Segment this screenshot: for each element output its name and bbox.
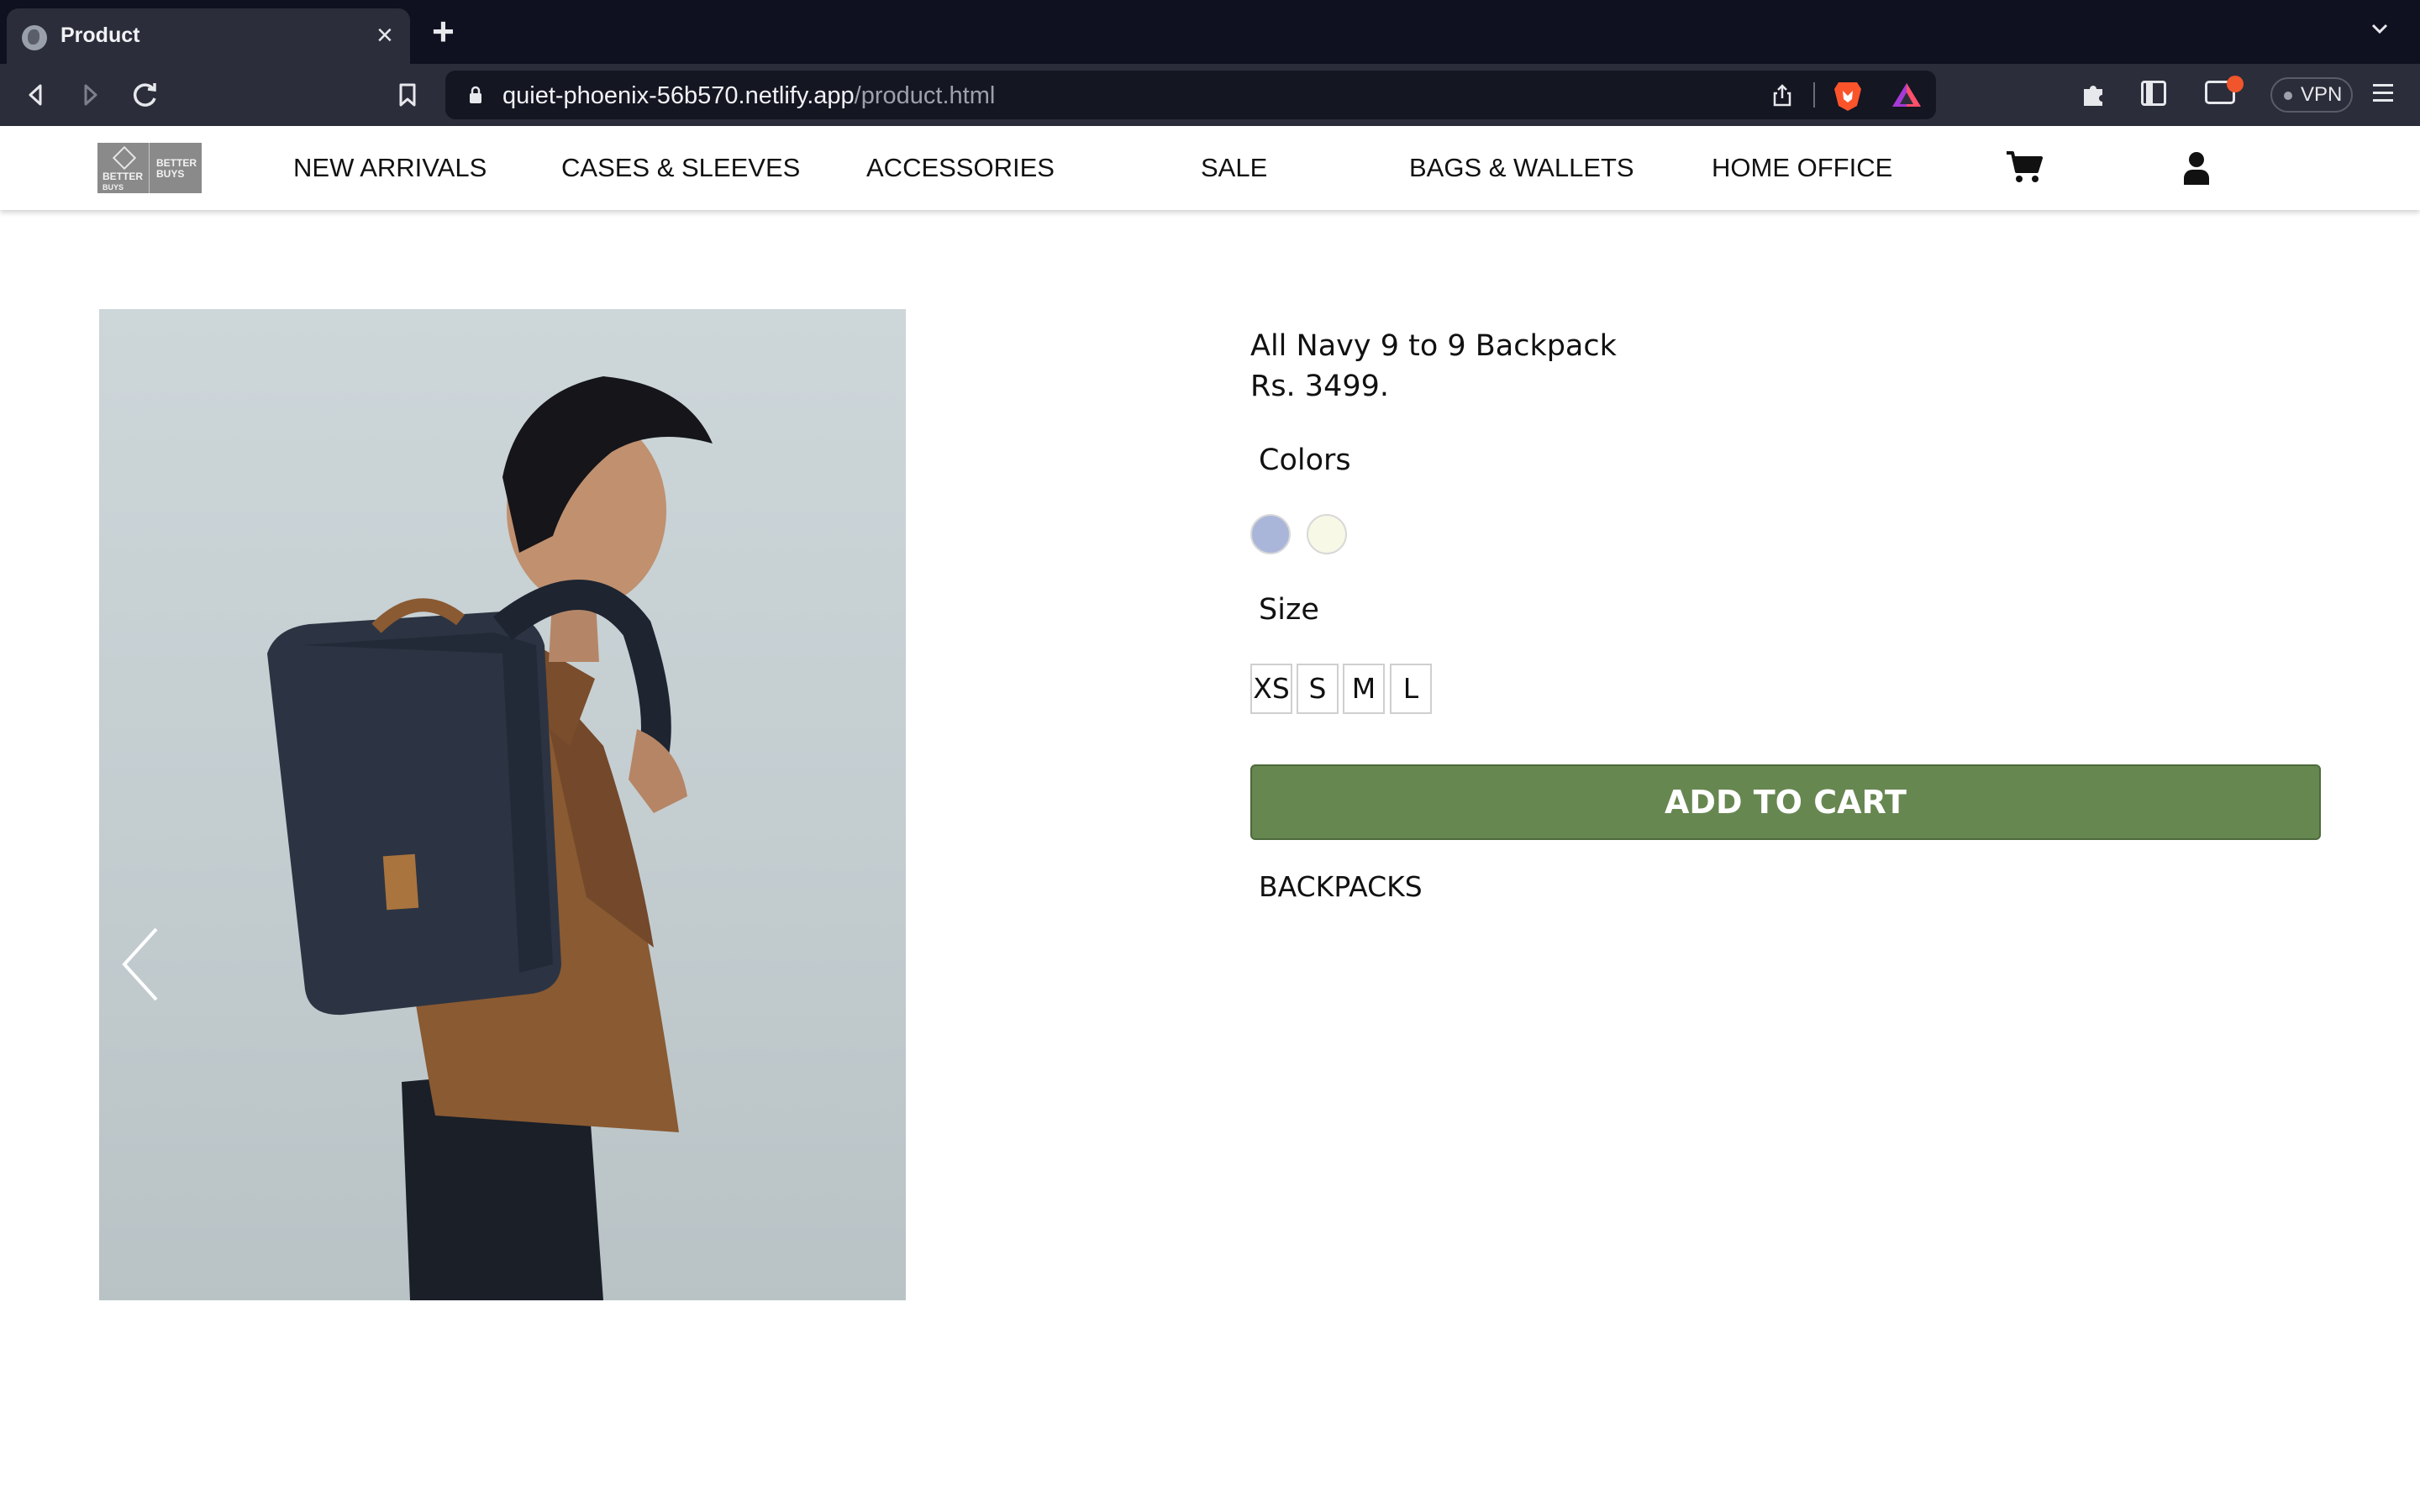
user-icon[interactable]	[2183, 151, 2210, 185]
color-swatch-blue[interactable]	[1250, 514, 1291, 554]
logo-text-left: BETTER BUYS	[103, 171, 143, 193]
share-icon[interactable]	[1770, 82, 1795, 108]
logo-word: BETTER	[103, 171, 143, 182]
color-swatch-cream[interactable]	[1307, 514, 1347, 554]
tab-close-button[interactable]: ×	[376, 17, 393, 54]
product-image	[99, 309, 906, 1300]
nav-link-cases-sleeves[interactable]: CASES & SLEEVES	[561, 153, 800, 183]
globe-icon	[22, 25, 47, 50]
product-price: Rs. 3499.	[1250, 370, 1390, 403]
add-to-cart-button[interactable]: ADD TO CART	[1250, 764, 2321, 840]
site-header: BETTER BUYS BETTER BUYS NEW ARRIVALS CAS…	[0, 126, 2420, 210]
product-name: All Navy 9 to 9 Backpack	[1250, 329, 1617, 363]
vpn-status-dot	[2284, 92, 2292, 100]
logo-diamond-icon	[112, 145, 137, 171]
nav-link-home-office[interactable]: HOME OFFICE	[1712, 153, 1892, 183]
browser-tab[interactable]: Product ×	[7, 8, 410, 64]
lock-icon	[470, 86, 481, 103]
size-button-m[interactable]: M	[1343, 664, 1385, 714]
url-path: /product.html	[854, 82, 996, 109]
logo-word: BUYS	[103, 183, 124, 192]
reload-icon[interactable]	[126, 76, 165, 114]
nav-link-new-arrivals[interactable]: NEW ARRIVALS	[293, 153, 487, 183]
logo[interactable]: BETTER BUYS BETTER BUYS	[97, 143, 202, 193]
brave-rewards-icon[interactable]	[1891, 81, 1923, 109]
product-category[interactable]: BACKPACKS	[1259, 870, 1423, 903]
photo-hand	[629, 729, 687, 813]
bookmark-icon[interactable]	[388, 76, 427, 114]
new-tab-button[interactable]: +	[432, 12, 455, 50]
url-text: quiet-phoenix-56b570.netlify.app/product…	[502, 82, 995, 110]
sidebar-icon[interactable]	[2141, 81, 2166, 106]
logo-text-right: BETTER BUYS	[156, 158, 197, 180]
logo-word: BUYS	[156, 168, 185, 180]
address-bar[interactable]: quiet-phoenix-56b570.netlify.app/product…	[445, 71, 1936, 119]
forward-icon[interactable]	[71, 76, 109, 114]
url-host: quiet-phoenix-56b570.netlify.app	[502, 82, 855, 109]
size-label: Size	[1259, 593, 1319, 627]
cart-icon[interactable]	[2005, 150, 2044, 185]
extensions-icon[interactable]	[2077, 77, 2111, 111]
colors-label: Colors	[1259, 444, 1351, 477]
vpn-label: VPN	[2301, 83, 2343, 106]
nav-link-accessories[interactable]: ACCESSORIES	[866, 153, 1055, 183]
product-photo	[267, 376, 713, 1300]
back-icon[interactable]	[17, 76, 55, 114]
size-button-xs[interactable]: XS	[1250, 664, 1292, 714]
nav-link-sale[interactable]: SALE	[1201, 153, 1267, 183]
browser-toolbar: quiet-phoenix-56b570.netlify.app/product…	[0, 64, 2420, 126]
tab-title: Product	[60, 24, 140, 47]
nav-link-bags-wallets[interactable]: BAGS & WALLETS	[1409, 153, 1634, 183]
notification-badge	[2227, 76, 2244, 92]
menu-icon[interactable]	[2371, 82, 2395, 104]
logo-mark: BETTER BUYS	[97, 143, 150, 193]
chevron-left-icon[interactable]	[116, 922, 166, 1006]
photo-backpack-patch	[382, 853, 419, 911]
size-button-s[interactable]: S	[1297, 664, 1339, 714]
divider	[1813, 82, 1815, 108]
chevron-down-icon[interactable]	[2371, 20, 2388, 37]
size-button-l[interactable]: L	[1390, 664, 1432, 714]
vpn-button[interactable]: VPN	[2270, 77, 2353, 113]
browser-tab-strip: Product × +	[0, 0, 2420, 64]
brave-shields-icon[interactable]	[1832, 79, 1864, 113]
